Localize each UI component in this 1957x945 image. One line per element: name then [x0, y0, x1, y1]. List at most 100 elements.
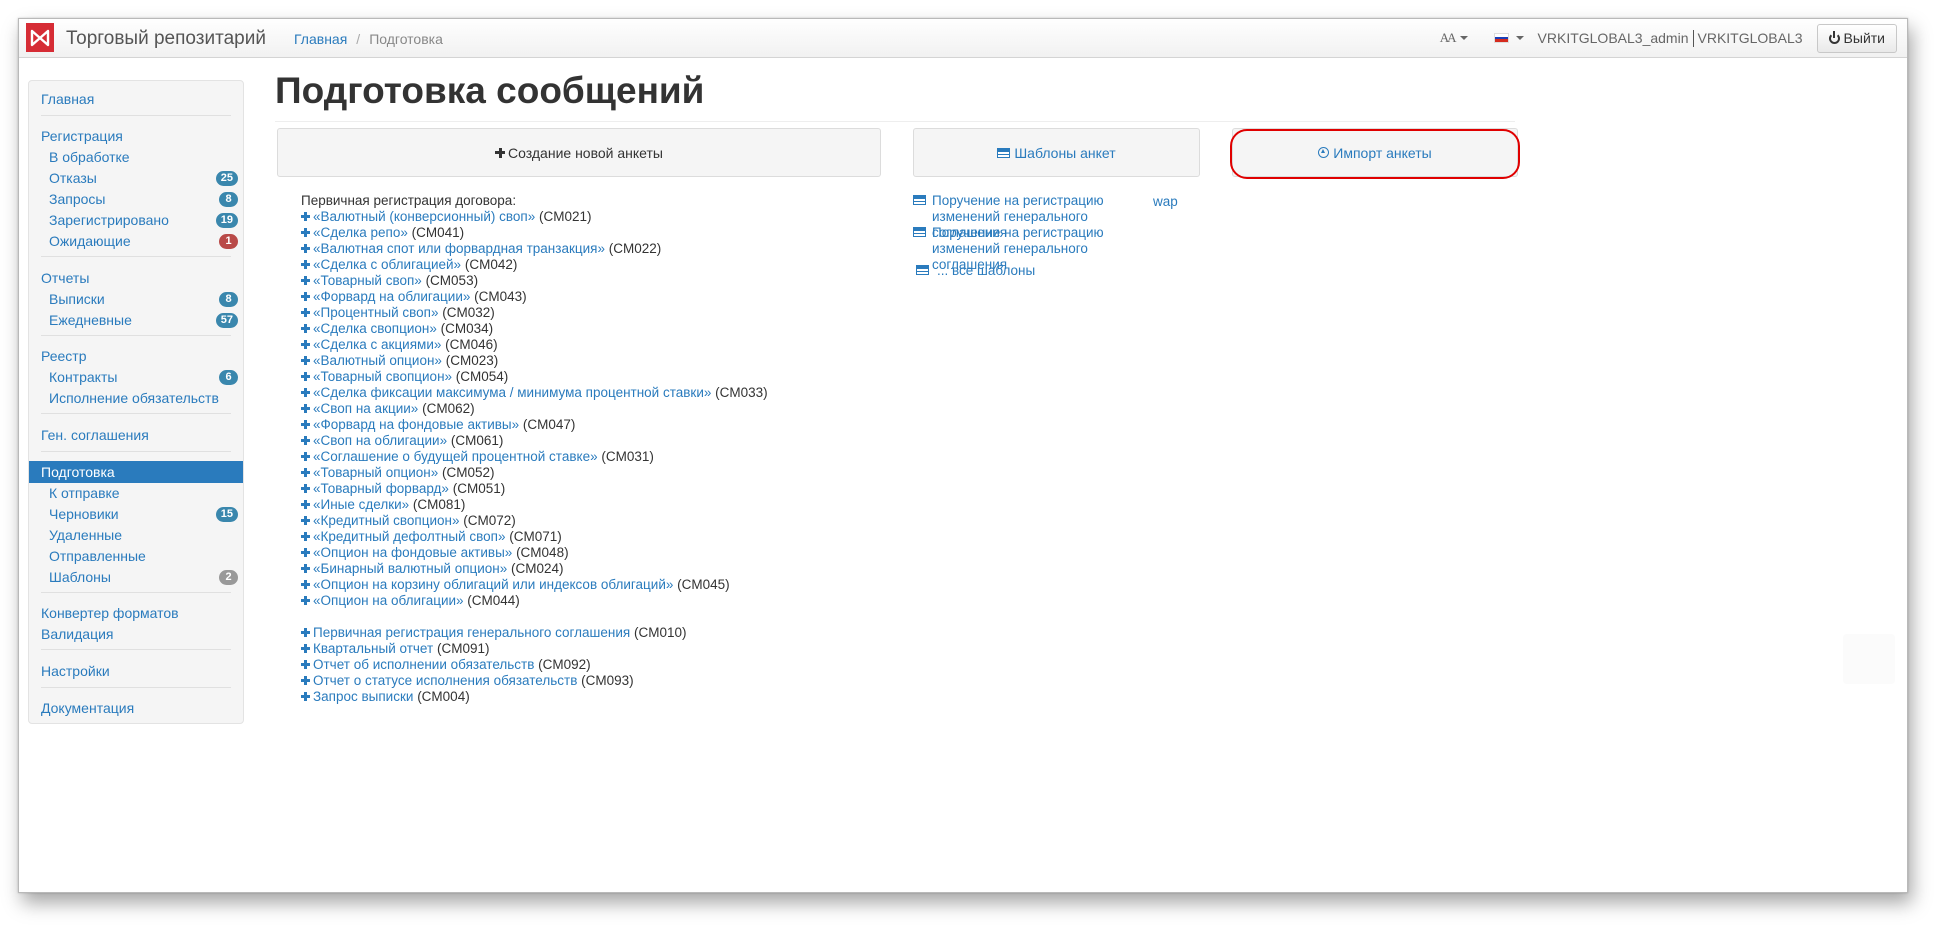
sidebar-item[interactable]: Удаленные: [29, 524, 243, 546]
form-link[interactable]: «Кредитный дефолтный своп»: [313, 529, 505, 544]
list-item: «Опцион на облигации» (CM044): [301, 593, 520, 609]
plus-icon[interactable]: [301, 244, 310, 253]
form-link[interactable]: «Товарный своп»: [313, 273, 422, 288]
sidebar-item[interactable]: Отказы 25: [29, 167, 243, 189]
plus-icon[interactable]: [301, 548, 310, 557]
plus-icon[interactable]: [301, 452, 310, 461]
form-link[interactable]: Первичная регистрация генерального согла…: [313, 625, 630, 640]
plus-icon[interactable]: [301, 212, 310, 221]
sidebar-item[interactable]: Выписки 8: [29, 288, 243, 310]
logout-button[interactable]: Выйти: [1816, 23, 1897, 53]
template-link[interactable]: Поручение на регистрацию изменений генер…: [913, 193, 1153, 240]
plus-icon[interactable]: [301, 420, 310, 429]
form-link[interactable]: «Сделка фиксации максимума / минимума пр…: [313, 385, 711, 400]
plus-icon[interactable]: [301, 308, 310, 317]
plus-icon[interactable]: [301, 564, 310, 573]
sidebar-item[interactable]: Настройки: [29, 660, 243, 682]
sidebar-item[interactable]: Контракты 6: [29, 366, 243, 388]
moex-logo-icon[interactable]: [26, 23, 54, 52]
language-dropdown[interactable]: [1493, 33, 1524, 43]
sidebar-item[interactable]: Шаблоны 2: [29, 566, 243, 588]
sidebar-item[interactable]: В обработке: [29, 146, 243, 168]
form-link[interactable]: «Валютная спот или форвардная транзакция…: [313, 241, 605, 256]
form-code: (CM081): [412, 497, 466, 512]
form-link[interactable]: «Опцион на облигации»: [313, 593, 464, 608]
template-link[interactable]: Поручение на регистрацию изменений генер…: [913, 225, 1153, 272]
sidebar-item[interactable]: Исполнение обязательств: [29, 387, 243, 409]
form-link[interactable]: «Валютный опцион»: [313, 353, 442, 368]
plus-icon[interactable]: [301, 532, 310, 541]
form-link[interactable]: «Опцион на фондовые активы»: [313, 545, 512, 560]
font-size-dropdown[interactable]: AA: [1440, 30, 1468, 46]
sidebar-item[interactable]: Ежедневные 57: [29, 309, 243, 331]
plus-icon[interactable]: [301, 692, 310, 701]
form-link[interactable]: «Своп на облигации»: [313, 433, 447, 448]
plus-icon[interactable]: [301, 660, 310, 669]
plus-icon[interactable]: [301, 644, 310, 653]
sidebar-item[interactable]: Черновики 15: [29, 503, 243, 525]
form-link[interactable]: «Кредитный свопцион»: [313, 513, 459, 528]
plus-icon[interactable]: [301, 628, 310, 637]
plus-icon[interactable]: [301, 292, 310, 301]
form-link[interactable]: «Товарный свопцион»: [313, 369, 452, 384]
sidebar-item[interactable]: Реестр: [29, 345, 243, 367]
breadcrumb-home[interactable]: Главная: [294, 31, 347, 47]
plus-icon[interactable]: [301, 324, 310, 333]
create-new-form-button[interactable]: Создание новой анкеты: [277, 128, 881, 177]
form-link[interactable]: «Сделка с акциями»: [313, 337, 441, 352]
plus-icon[interactable]: [301, 372, 310, 381]
form-link[interactable]: «Соглашение о будущей процентной ставке»: [313, 449, 598, 464]
form-link[interactable]: «Бинарный валютный опцион»: [313, 561, 507, 576]
sidebar-item[interactable]: Регистрация: [29, 125, 243, 147]
form-link[interactable]: «Сделка с облигацией»: [313, 257, 461, 272]
form-link[interactable]: «Опцион на корзину облигаций или индексо…: [313, 577, 673, 592]
plus-icon[interactable]: [301, 516, 310, 525]
form-link[interactable]: «Товарный форвард»: [313, 481, 449, 496]
form-link[interactable]: «Иные сделки»: [313, 497, 409, 512]
form-link[interactable]: Отчет об исполнении обязательств: [313, 657, 534, 672]
highlight-annotation: [1230, 129, 1520, 179]
form-link[interactable]: «Сделка свопцион»: [313, 321, 437, 336]
form-link[interactable]: «Форвард на облигации»: [313, 289, 470, 304]
form-link[interactable]: «Товарный опцион»: [313, 465, 438, 480]
plus-icon[interactable]: [301, 228, 310, 237]
brand-title[interactable]: Торговый репозитарий: [66, 28, 266, 50]
sidebar-item[interactable]: Конвертер форматов: [29, 602, 243, 624]
template-link[interactable]: ... все шаблоны: [913, 263, 1153, 279]
plus-icon[interactable]: [301, 260, 310, 269]
form-link[interactable]: «Форвард на фондовые активы»: [313, 417, 519, 432]
plus-icon[interactable]: [301, 276, 310, 285]
sidebar-item[interactable]: Главная: [29, 88, 243, 110]
plus-icon[interactable]: [301, 404, 310, 413]
sidebar-item[interactable]: Зарегистрировано 19: [29, 209, 243, 231]
sidebar-item[interactable]: Отправленные: [29, 545, 243, 567]
form-link[interactable]: Запрос выписки: [313, 689, 413, 704]
plus-icon[interactable]: [301, 676, 310, 685]
form-link[interactable]: «Своп на акции»: [313, 401, 418, 416]
sidebar-item[interactable]: Ген. соглашения: [29, 424, 243, 446]
plus-icon[interactable]: [301, 596, 310, 605]
sidebar-item[interactable]: К отправке: [29, 482, 243, 504]
sidebar-item[interactable]: Документация: [29, 697, 243, 719]
form-link[interactable]: «Валютный (конверсионный) своп»: [313, 209, 535, 224]
sidebar-item[interactable]: Отчеты: [29, 267, 243, 289]
form-link[interactable]: Отчет о статусе исполнения обязательств: [313, 673, 577, 688]
sidebar-item[interactable]: Подготовка: [29, 461, 243, 483]
plus-icon[interactable]: [301, 500, 310, 509]
font-size-icon: AA: [1439, 30, 1457, 45]
plus-icon[interactable]: [301, 340, 310, 349]
sidebar-item[interactable]: Валидация: [29, 623, 243, 645]
plus-icon[interactable]: [301, 356, 310, 365]
sidebar-item[interactable]: Запросы 8: [29, 188, 243, 210]
plus-icon[interactable]: [301, 468, 310, 477]
wap-link[interactable]: wap: [1153, 194, 1178, 209]
form-link[interactable]: Квартальный отчет: [313, 641, 433, 656]
form-link[interactable]: «Сделка репо»: [313, 225, 408, 240]
form-templates-button[interactable]: Шаблоны анкет: [913, 128, 1200, 177]
sidebar-item[interactable]: Ожидающие 1: [29, 230, 243, 252]
form-link[interactable]: «Процентный своп»: [313, 305, 439, 320]
plus-icon[interactable]: [301, 436, 310, 445]
plus-icon[interactable]: [301, 388, 310, 397]
plus-icon[interactable]: [301, 580, 310, 589]
plus-icon[interactable]: [301, 484, 310, 493]
